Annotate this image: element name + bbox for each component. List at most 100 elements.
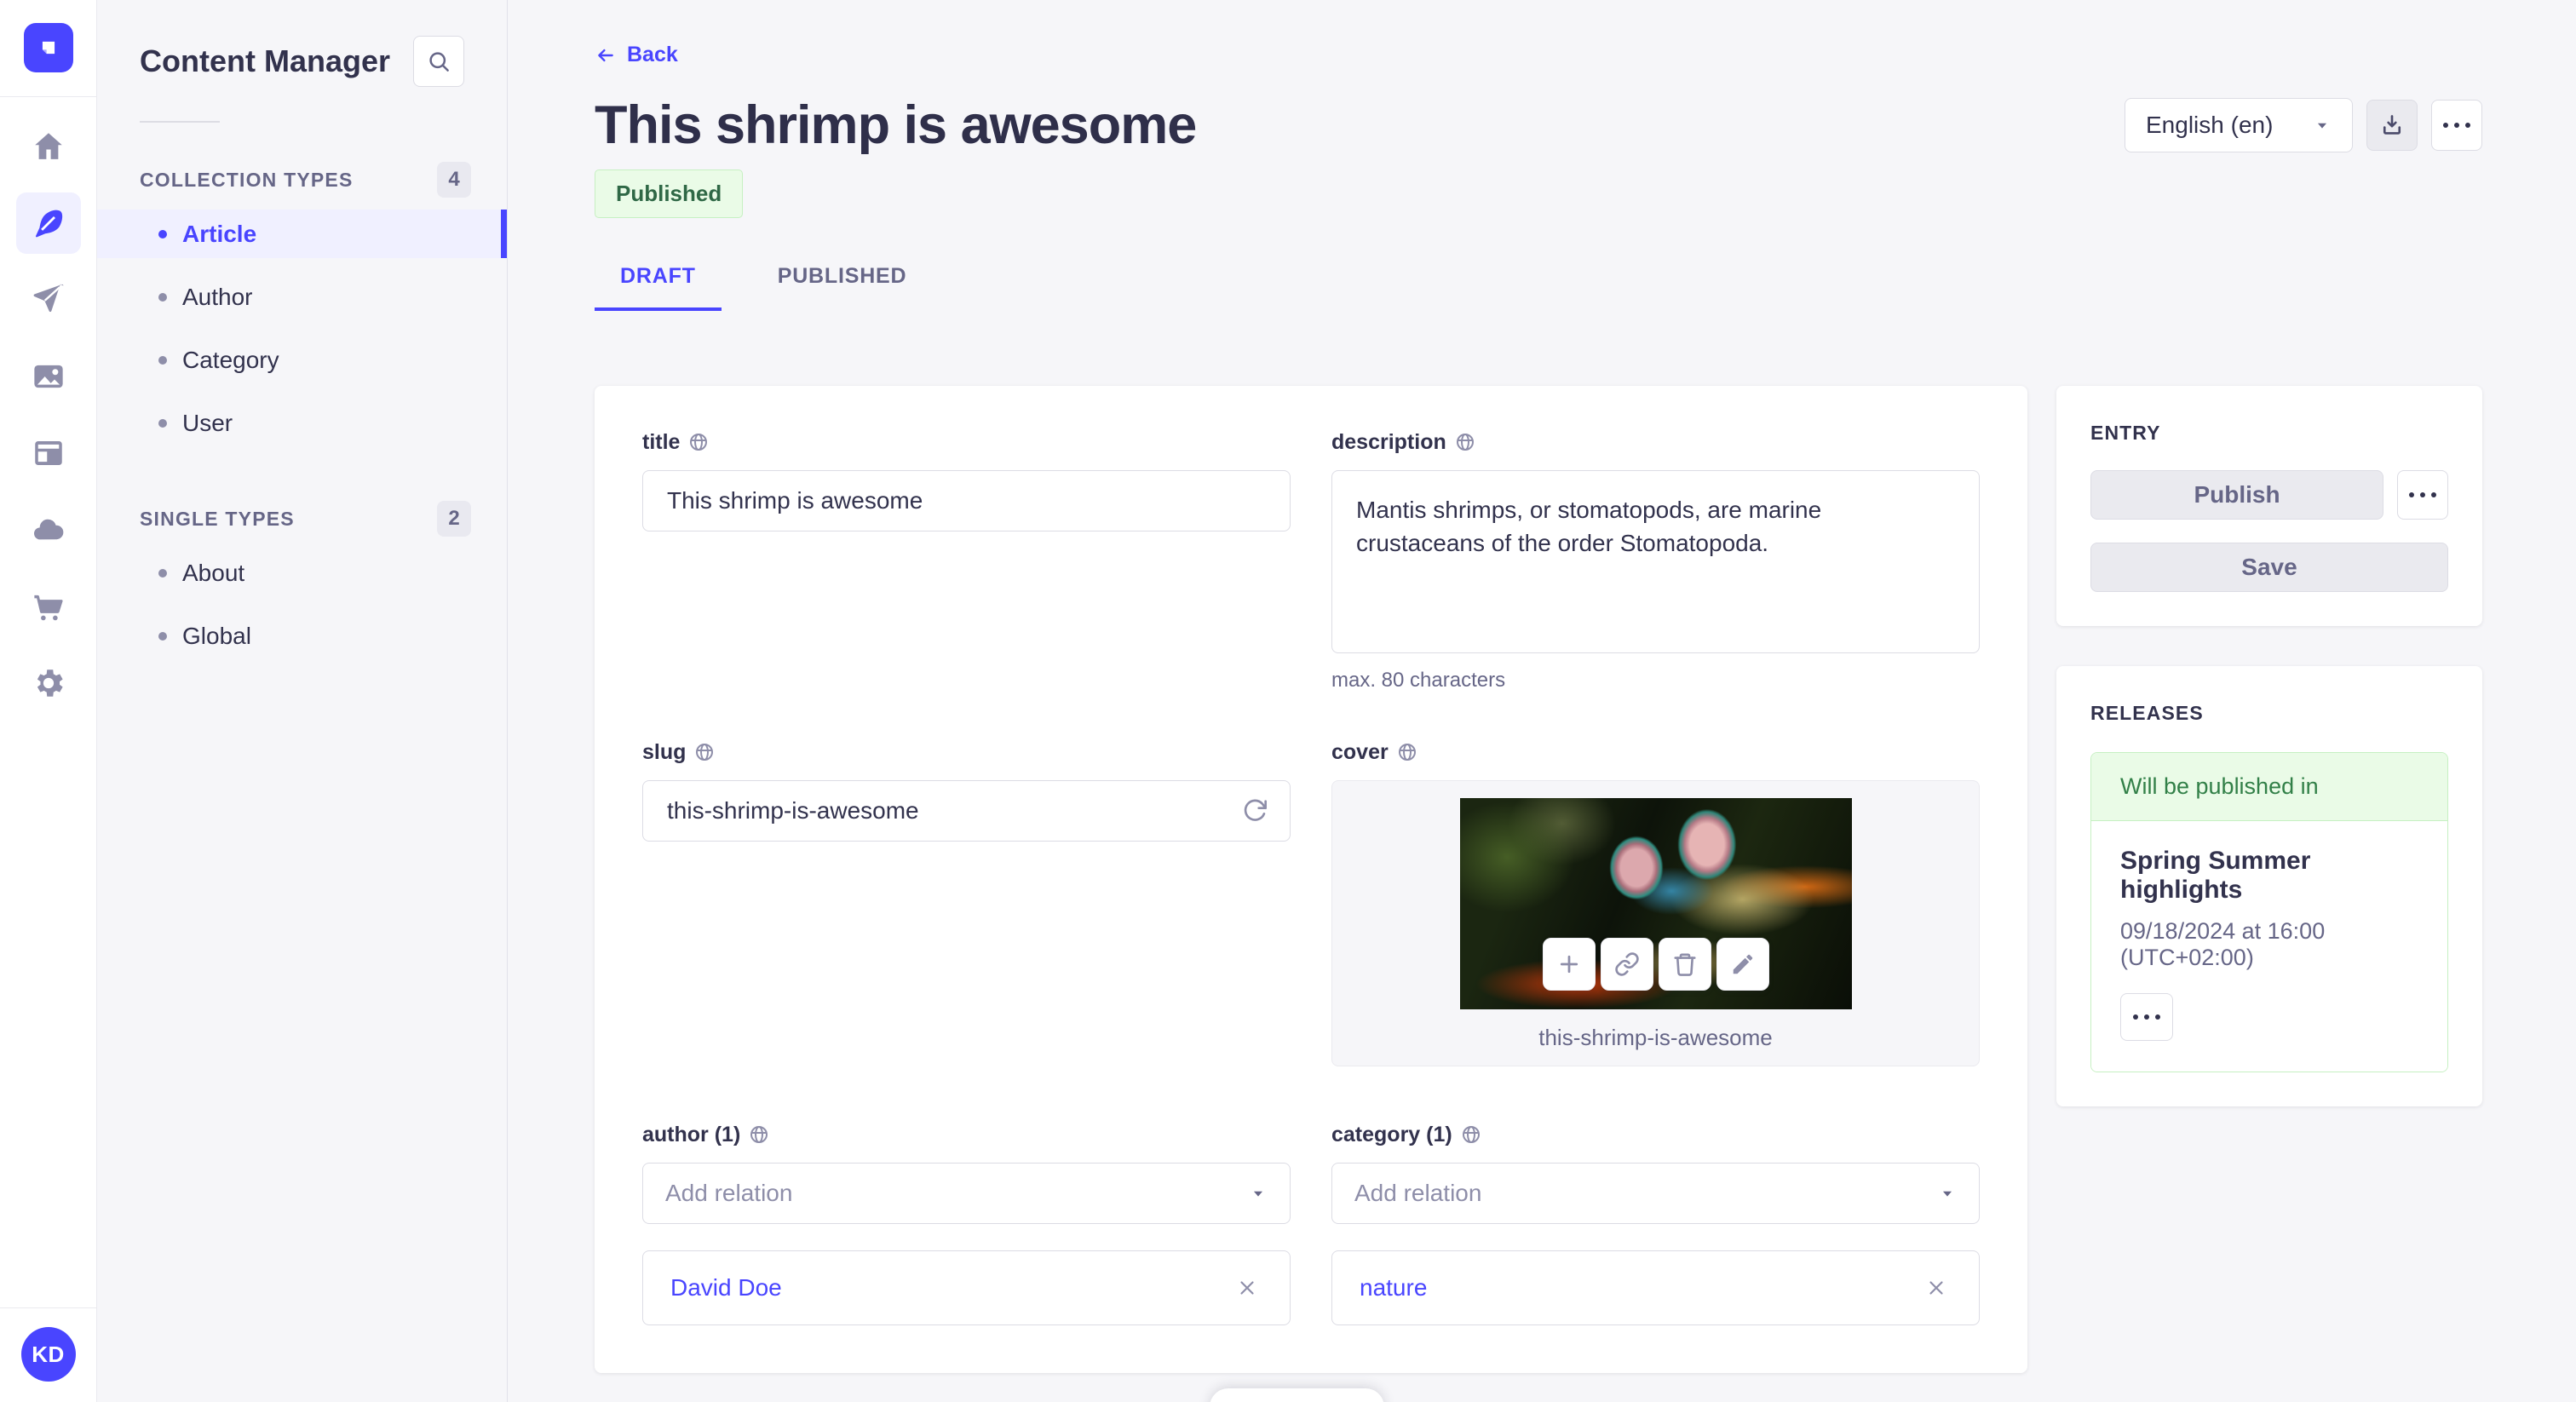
paper-plane-icon[interactable] <box>16 269 81 330</box>
sidebar-item-category[interactable]: Category <box>97 336 507 384</box>
cover-asset-card: this-shrimp-is-awesome <box>1331 779 1980 1066</box>
globe-icon <box>696 744 714 761</box>
sidebar-item-user[interactable]: User <box>97 399 507 447</box>
link-icon <box>1614 951 1639 976</box>
home-icon[interactable] <box>16 116 81 177</box>
sidebar-item-author[interactable]: Author <box>97 273 507 321</box>
releases-panel: RELEASES Will be published in Spring Sum… <box>2056 665 2482 1106</box>
save-button[interactable]: Save <box>2090 542 2448 592</box>
chevron-down-icon <box>1253 1191 1263 1197</box>
category-relation-select[interactable]: Add relation <box>1331 1162 1980 1224</box>
nav-rail: KD <box>0 0 97 1402</box>
remove-author-relation-button[interactable] <box>1230 1271 1264 1305</box>
floating-widget[interactable] <box>1210 1388 1384 1402</box>
sidebar-item-about[interactable]: About <box>97 549 507 597</box>
tab-draft[interactable]: DRAFT <box>595 264 722 311</box>
cloud-icon[interactable] <box>16 499 81 560</box>
cover-actions <box>1542 937 1769 991</box>
search-button[interactable] <box>413 36 464 87</box>
author-field: author (1) Add relation David Doe <box>642 1123 1291 1325</box>
page-title: This shrimp is awesome <box>595 95 1197 155</box>
entry-more-button[interactable] <box>2397 469 2448 520</box>
sidebar-item-label: About <box>182 559 245 586</box>
entry-panel-title: ENTRY <box>2090 421 2161 444</box>
globe-icon <box>1456 434 1474 451</box>
entry-form-card: title description <box>595 385 2027 1373</box>
sidebar-item-article[interactable]: Article <box>97 210 507 258</box>
content-manager-feather-icon[interactable] <box>15 192 81 254</box>
add-asset-button[interactable] <box>1542 937 1596 991</box>
edit-asset-button[interactable] <box>1716 937 1769 991</box>
plus-icon <box>1560 955 1578 973</box>
rail-bottom: KD <box>0 1307 96 1402</box>
release-more-button[interactable] <box>2120 992 2173 1041</box>
rail-divider-bottom <box>0 1307 96 1308</box>
bullet-icon <box>158 292 167 302</box>
release-name: Spring Summer highlights <box>2120 846 2311 904</box>
bullet-icon <box>158 568 167 577</box>
category-field: category (1) Add relation nature <box>1331 1123 1980 1325</box>
ellipsis-icon <box>2133 1014 2160 1020</box>
locale-select[interactable]: English (en) <box>2125 97 2353 152</box>
user-avatar[interactable]: KD <box>20 1327 76 1382</box>
search-icon <box>429 52 449 72</box>
active-indicator-bar <box>501 210 507 258</box>
releases-panel-title: RELEASES <box>2090 701 2204 724</box>
description-textarea[interactable]: Mantis shrimps, or stomatopods, are mari… <box>1331 469 1980 653</box>
release-date: 09/18/2024 at 16:00 (UTC+02:00) <box>2120 917 2326 970</box>
collection-types-section: COLLECTION TYPES 4 Article Author Catego… <box>97 162 507 462</box>
slug-input[interactable] <box>642 779 1291 842</box>
globe-icon <box>690 434 708 451</box>
title-label: title <box>642 429 681 454</box>
release-status: Will be published in <box>2091 752 2447 821</box>
tab-list: DRAFT PUBLISHED <box>595 264 2482 311</box>
bullet-icon <box>158 631 167 641</box>
remove-category-relation-button[interactable] <box>1919 1271 1953 1305</box>
strapi-logo-mark <box>42 41 55 55</box>
bullet-icon <box>158 229 167 238</box>
status-badge: Published <box>595 169 744 218</box>
marketplace-cart-icon[interactable] <box>16 576 81 637</box>
main-content: Back This shrimp is awesome English (en) <box>508 0 2576 1402</box>
trash-icon <box>1673 952 1696 976</box>
refresh-icon <box>1244 799 1267 821</box>
globe-icon <box>1462 1126 1480 1143</box>
author-relation-item: David Doe <box>642 1250 1291 1325</box>
sidebar-item-global[interactable]: Global <box>97 612 507 660</box>
publish-button[interactable]: Publish <box>2090 469 2383 520</box>
strapi-logo[interactable] <box>23 23 73 72</box>
description-hint: max. 80 characters <box>1331 668 1506 692</box>
cover-field: cover this-shrimp-is-awesome <box>1331 740 1980 1066</box>
more-options-button[interactable] <box>2431 99 2482 151</box>
chevron-down-icon <box>1942 1191 1952 1197</box>
copy-link-button[interactable] <box>1600 937 1653 991</box>
cover-caption: this-shrimp-is-awesome <box>1538 1024 1773 1050</box>
cover-label: cover <box>1331 739 1389 764</box>
slug-label: slug <box>642 739 687 764</box>
globe-icon <box>750 1126 768 1143</box>
rail-nav <box>15 97 81 714</box>
author-relation-select[interactable]: Add relation <box>642 1162 1291 1224</box>
back-link[interactable]: Back <box>595 43 678 67</box>
tab-published[interactable]: PUBLISHED <box>752 264 933 311</box>
settings-gear-icon[interactable] <box>16 652 81 714</box>
sidebar-item-label: Article <box>182 220 257 247</box>
category-relation-link[interactable]: nature <box>1360 1274 1427 1301</box>
delete-asset-button[interactable] <box>1658 937 1711 991</box>
cover-image[interactable] <box>1459 797 1852 1009</box>
regenerate-slug-button[interactable] <box>1238 794 1272 828</box>
author-label: author (1) <box>642 1122 741 1146</box>
content-manager-sidebar: Content Manager COLLECTION TYPES 4 Artic… <box>97 0 508 1402</box>
single-types-count-badge: 2 <box>437 501 471 537</box>
ellipsis-icon <box>2409 491 2436 497</box>
category-relation-placeholder: Add relation <box>1354 1179 1482 1206</box>
media-library-icon[interactable] <box>16 346 81 407</box>
title-input[interactable] <box>642 469 1291 531</box>
content-type-builder-icon[interactable] <box>16 422 81 484</box>
sidebar-divider <box>140 121 220 123</box>
author-relation-link[interactable]: David Doe <box>670 1274 782 1301</box>
sidebar-item-label: Author <box>182 283 253 310</box>
export-button[interactable] <box>2366 99 2418 151</box>
release-card: Will be published in Spring Summer highl… <box>2090 751 2448 1072</box>
bullet-icon <box>158 355 167 365</box>
